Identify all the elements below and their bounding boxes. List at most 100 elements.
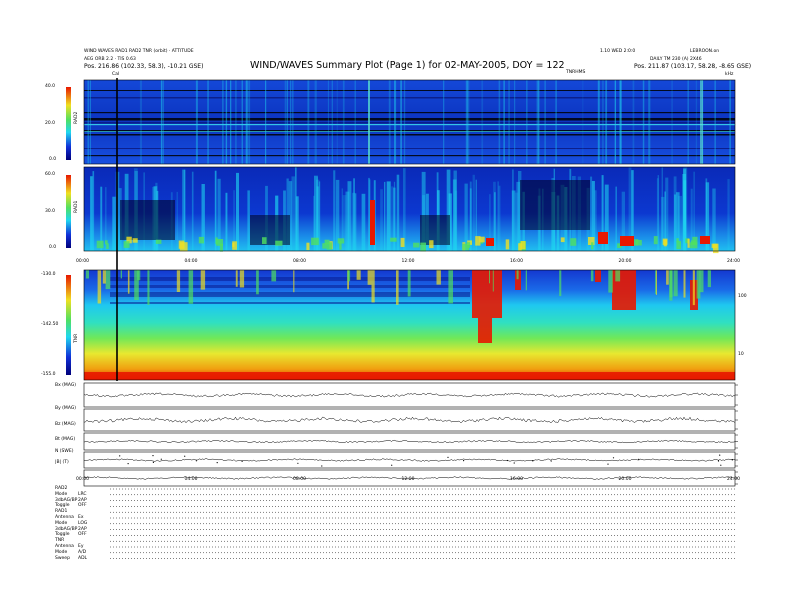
rad2-band xyxy=(84,124,735,126)
rad2-streak xyxy=(619,80,622,164)
tnr-burst xyxy=(347,270,351,282)
rad1-burst xyxy=(711,243,718,249)
rad2-streak xyxy=(388,80,391,164)
footer-row-label: Antenna xyxy=(55,544,74,549)
line-point xyxy=(463,460,465,462)
rad2-streak xyxy=(241,80,243,164)
tnr-burst xyxy=(448,270,453,304)
rad2-streak xyxy=(400,80,402,164)
rad2-streak xyxy=(284,80,287,164)
rad1-streak xyxy=(182,169,185,251)
rad1-xtick: 04:00 xyxy=(184,259,198,264)
rad2-streak xyxy=(368,80,370,164)
line-trace xyxy=(83,392,736,398)
mag-line-panels xyxy=(83,382,738,487)
rad2-streak xyxy=(642,80,645,164)
rad1-burst xyxy=(216,239,223,246)
tnr-burst xyxy=(407,270,411,297)
rad1-burst xyxy=(123,241,130,248)
line-panel-label: Bt (MAG) xyxy=(55,437,76,442)
rad1-burst xyxy=(662,238,668,245)
rad1-streak xyxy=(727,179,730,251)
tnr-burst xyxy=(707,270,711,288)
tnr-burst xyxy=(127,270,130,294)
footer-dotted-lines xyxy=(110,488,735,559)
rad2-streak xyxy=(602,80,604,164)
rad2-ylabel: RAD2 xyxy=(74,111,79,124)
footer-row-label: Sweep xyxy=(55,555,70,561)
rad1-xtick: 12:00 xyxy=(401,259,415,264)
rad1-dark-region xyxy=(250,215,290,245)
tnr-burst xyxy=(472,270,502,318)
rad2-streak xyxy=(632,80,635,164)
rad2-streak xyxy=(162,80,164,164)
rad1-panel xyxy=(83,166,736,254)
line-point xyxy=(513,462,515,464)
rad1-streak xyxy=(295,196,299,251)
rad1-ytick-2: 0.0 xyxy=(49,245,57,250)
tnr-burst xyxy=(478,318,492,343)
rad1-burst xyxy=(326,242,332,250)
rad2-streak xyxy=(687,80,689,164)
rad1-burst xyxy=(132,238,138,243)
summary-plot-svg xyxy=(66,78,738,559)
rad2-streak xyxy=(582,80,584,164)
footer-row-label: Mode xyxy=(55,491,68,497)
line-panel-label: |B| (T) xyxy=(55,460,69,465)
tnr-panel xyxy=(83,269,736,381)
footer-row-label: Antenna xyxy=(55,515,74,520)
rad1-streak xyxy=(176,191,178,251)
tnr-band xyxy=(110,302,470,304)
rad1-burst xyxy=(178,240,185,249)
tnr-ytick-0: -130.0 xyxy=(41,272,56,277)
rad2-ytick-0: 40.0 xyxy=(45,84,56,89)
rad1-burst xyxy=(339,241,342,250)
line-trace xyxy=(83,439,736,444)
rad1-burst xyxy=(311,237,319,246)
rad2-streak xyxy=(648,80,650,164)
rad2-streak xyxy=(195,80,198,164)
rad2-streak xyxy=(327,80,329,164)
rad1-burst xyxy=(390,237,397,242)
line-point xyxy=(152,455,154,457)
line-point xyxy=(195,460,197,462)
line-point xyxy=(391,464,393,466)
rad1-streak xyxy=(712,188,716,251)
tnr-burst xyxy=(608,270,613,293)
footer-row-value: OFF xyxy=(78,532,87,538)
rad1-xtick: 20:00 xyxy=(618,259,632,264)
footer-row-label: TNR xyxy=(55,538,65,544)
rad1-streak xyxy=(380,189,383,251)
rad1-burst xyxy=(466,242,471,248)
rad1-xtick: 24:00 xyxy=(727,259,740,264)
bottom-xtick: 24:00 xyxy=(727,477,740,482)
rad1-streak xyxy=(368,177,370,251)
tnr-burst xyxy=(590,270,594,282)
rad1-streak xyxy=(191,171,194,251)
rad1-ytick-1: 30.0 xyxy=(45,209,56,214)
rad2-streak xyxy=(443,80,445,164)
rad1-streak xyxy=(236,172,239,251)
tnr-burst xyxy=(525,270,527,291)
rad1-burst xyxy=(653,236,658,245)
rad1-streak xyxy=(92,171,95,251)
rad1-burst xyxy=(155,239,162,244)
tnr-burst xyxy=(696,270,701,299)
rad1-burst xyxy=(598,232,608,244)
line-point xyxy=(607,463,609,465)
tnr-band xyxy=(110,285,470,288)
tnr-burst xyxy=(102,270,106,284)
rad1-streak xyxy=(494,192,496,251)
tnr-burst xyxy=(256,270,259,295)
line-point xyxy=(184,455,186,457)
rad1-xtick: 00:00 xyxy=(76,259,89,264)
tnr-burst xyxy=(656,270,657,295)
rad1-burst xyxy=(306,242,310,251)
rad2-streak xyxy=(605,80,607,164)
tnr-ytick-2: -155.0 xyxy=(41,372,56,377)
tnr-burst xyxy=(97,270,102,304)
line-point xyxy=(532,460,534,462)
rad1-streak xyxy=(384,181,386,251)
rad1-burst xyxy=(692,236,698,245)
rad2-streak xyxy=(508,80,510,164)
